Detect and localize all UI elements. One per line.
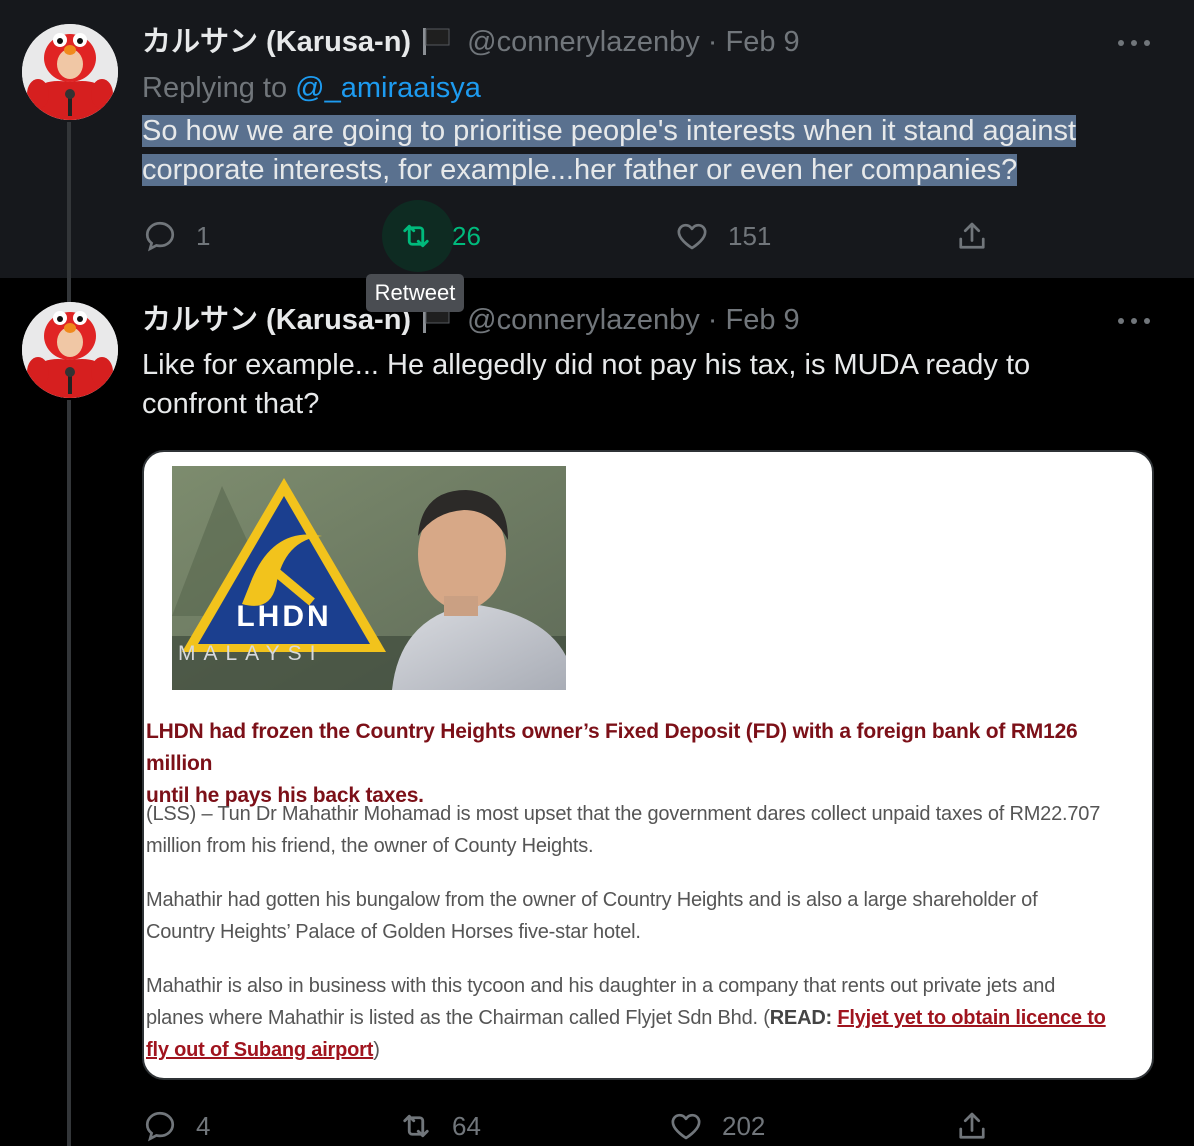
article-paragraph: Mahathir is also in business with this t…: [146, 970, 1151, 1066]
separator: ·: [707, 26, 718, 58]
like-count: 202: [722, 1110, 766, 1141]
tweet-2[interactable]: カルサン (Karusa-n) @connerylazenby · Feb 9 …: [0, 278, 1194, 1146]
reply-icon: [145, 1111, 175, 1142]
read-label: READ:: [769, 1007, 833, 1029]
replying-to: Replying to @_amiraaisya: [142, 70, 481, 106]
article-paragraph-line: Mahathir had gotten his bungalow from th…: [146, 889, 1038, 911]
flag-icon: [421, 27, 451, 55]
more-icon[interactable]: [1118, 38, 1150, 48]
article-photo: LHDN MALAYSI: [172, 466, 566, 690]
handle[interactable]: @connerylazenby: [467, 304, 700, 336]
retweet-tooltip: Retweet: [366, 274, 464, 312]
tweet-text: So how we are going to prioritise people…: [142, 112, 1077, 190]
tweet-text-line: So how we are going to prioritise people…: [142, 115, 1077, 147]
like-icon: [677, 223, 707, 250]
reply-count: 4: [196, 1110, 211, 1141]
article-paragraph-line: million from his friend, the owner of Co…: [146, 835, 594, 857]
article-text: planes where Mahathir is listed as the C…: [146, 1007, 770, 1029]
article-text: ): [373, 1039, 380, 1061]
like-count: 151: [728, 220, 772, 251]
tweet-date[interactable]: Feb 9: [726, 304, 800, 336]
share-button[interactable]: [954, 1104, 990, 1146]
article-link: Flyjet yet to obtain licence to: [837, 1007, 1106, 1029]
share-icon: [959, 222, 985, 249]
share-icon: [959, 1112, 985, 1139]
thread-line: [67, 278, 71, 302]
thread-line: [67, 122, 71, 278]
tweet-header: カルサン (Karusa-n) @connerylazenby · Feb 9: [142, 24, 800, 60]
tweet-1[interactable]: カルサン (Karusa-n) @connerylazenby · Feb 9 …: [0, 0, 1194, 278]
reply-count: 1: [196, 220, 211, 251]
article-paragraph: (LSS) – Tun Dr Mahathir Mohamad is most …: [146, 798, 1151, 862]
retweet-count: 64: [452, 1110, 481, 1141]
tweet-media-image[interactable]: LHDN MALAYSI LHDN had frozen the Country…: [142, 450, 1154, 1080]
share-button[interactable]: [954, 214, 990, 258]
retweet-count: 26: [452, 220, 481, 251]
display-name[interactable]: カルサン (Karusa-n): [142, 26, 411, 58]
tweet-text-line: confront that?: [142, 388, 320, 420]
article-paragraph-line: Mahathir is also in business with this t…: [146, 975, 1056, 997]
tweet-header: カルサン (Karusa-n) @connerylazenby · Feb 9: [142, 302, 800, 338]
reply-button[interactable]: 4: [142, 1104, 210, 1146]
tweet-actions: 1 26 151: [142, 200, 1142, 272]
article-paragraph: Mahathir had gotten his bungalow from th…: [146, 884, 1151, 948]
logo-subtext: MALAYSI: [178, 642, 323, 665]
avatar[interactable]: [22, 24, 118, 120]
reply-button[interactable]: 1: [142, 214, 210, 258]
logo-text: LHDN: [236, 600, 331, 633]
separator: ·: [707, 304, 718, 336]
article-lead-line: LHDN had frozen the Country Heights owne…: [146, 720, 1078, 775]
tweet-text: Like for example... He allegedly did not…: [142, 346, 1030, 424]
retweet-icon: [403, 1114, 429, 1138]
article-paragraph-line: (LSS) – Tun Dr Mahathir Mohamad is most …: [146, 803, 1101, 825]
tweet-actions: 4 64 202: [142, 1104, 1142, 1146]
retweet-icon: [403, 224, 429, 248]
avatar[interactable]: [22, 302, 118, 398]
thread-line: [67, 400, 71, 1146]
more-icon[interactable]: [1118, 316, 1150, 326]
handle[interactable]: @connerylazenby: [467, 26, 700, 58]
replying-label: Replying to: [142, 72, 288, 104]
tweet-date[interactable]: Feb 9: [726, 26, 800, 58]
like-button[interactable]: 151: [674, 214, 771, 258]
reply-icon: [145, 221, 175, 252]
tweet-text-line: Like for example... He allegedly did not…: [142, 349, 1031, 381]
tweet-text-line: corporate interests, for example...her f…: [142, 154, 1018, 186]
retweet-button[interactable]: 26: [382, 200, 481, 272]
article-paragraph-line: Country Heights’ Palace of Golden Horses…: [146, 921, 641, 943]
retweet-button[interactable]: 64: [398, 1104, 481, 1146]
like-button[interactable]: 202: [668, 1104, 765, 1146]
like-icon: [671, 1113, 701, 1140]
article-link: fly out of Subang airport: [146, 1039, 374, 1061]
mention-link[interactable]: @_amiraaisya: [295, 72, 481, 104]
